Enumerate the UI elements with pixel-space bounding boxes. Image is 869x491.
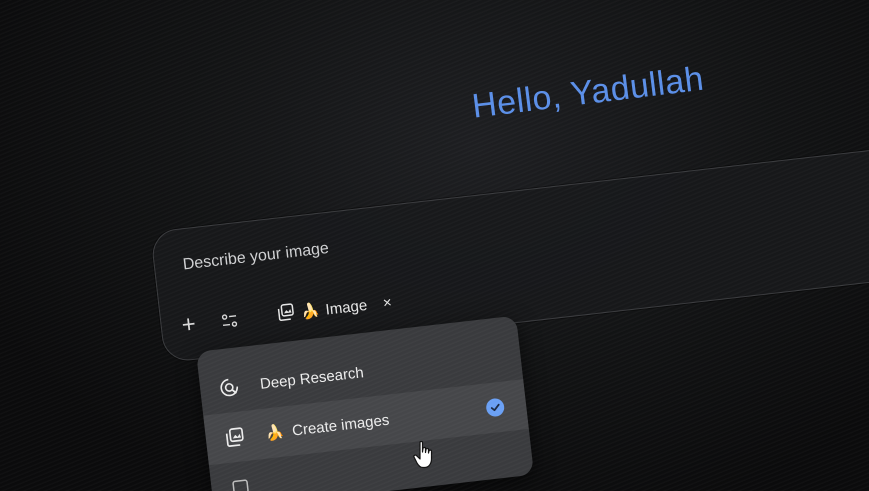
image-mode-chip[interactable]: 🍌 Image × [276,291,393,326]
list-icon [228,475,252,491]
banana-emoji: 🍌 [300,302,321,322]
image-gallery-icon [276,302,296,326]
chip-close-icon[interactable]: × [382,294,393,312]
plus-icon[interactable]: + [180,311,197,339]
check-icon [485,397,506,418]
app-screen: Hello, Yadullah + [0,0,869,491]
prompt-input[interactable] [179,207,604,276]
prompt-toolbar: + 🍌 Image × [180,290,393,339]
hand-cursor-icon [412,440,438,475]
banana-emoji: 🍌 [264,423,286,443]
menu-item-label: Deep Research [259,363,365,393]
image-gallery-icon [223,425,247,449]
tools-icon[interactable] [221,312,239,330]
greeting-title: Hello, Yadullah [470,59,706,126]
chip-label: Image [324,296,369,319]
deep-research-icon [217,375,241,399]
menu-item-label: Create images [291,411,391,440]
